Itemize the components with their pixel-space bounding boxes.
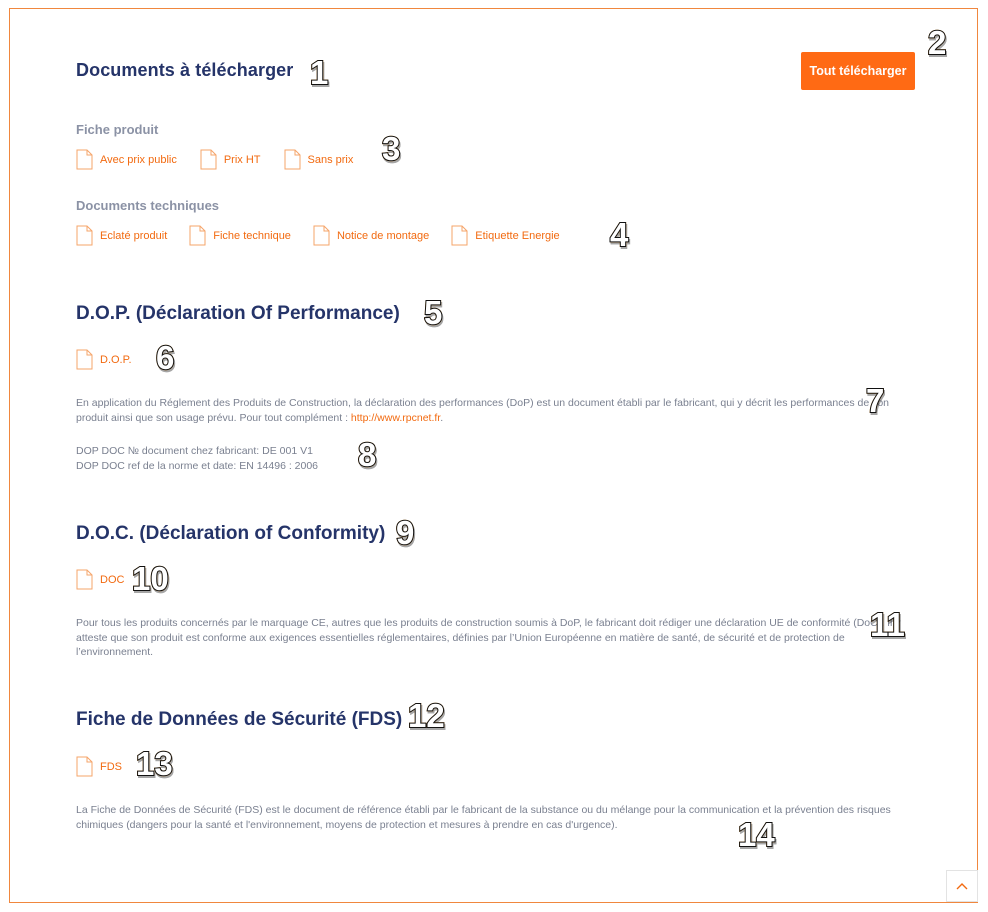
dop-paragraph-end: .: [440, 411, 444, 424]
scroll-top-button[interactable]: [946, 870, 978, 902]
link-avec-prix-public[interactable]: Avec prix public: [76, 149, 177, 170]
link-label: Etiquette Energie: [475, 229, 560, 242]
link-etiquette-energie[interactable]: Etiquette Energie: [451, 225, 560, 246]
annotation-badge: 3: [381, 130, 401, 167]
docs-techniques-links: Eclaté produit Fiche technique Notice de…: [76, 225, 560, 246]
fiche-produit-links: Avec prix public Prix HT Sans prix: [76, 149, 353, 170]
document-icon: [189, 225, 206, 246]
link-label: DOC: [100, 573, 125, 586]
doc-title: D.O.C. (Déclaration of Conformity): [76, 523, 386, 544]
dop-doc-number: DOP DOC № document chez fabricant: DE 00…: [76, 445, 313, 457]
dop-links: D.O.P.: [76, 349, 132, 370]
dop-paragraph: En application du Réglement des Produits…: [76, 396, 906, 425]
downloads-title: Documents à télécharger: [76, 60, 294, 80]
dop-paragraph-text: En application du Réglement des Produits…: [76, 397, 890, 424]
doc-paragraph: Pour tous les produits concernés par le …: [76, 617, 901, 658]
link-sans-prix[interactable]: Sans prix: [284, 149, 354, 170]
download-all-button[interactable]: Tout télécharger: [801, 52, 915, 90]
document-icon: [76, 225, 93, 246]
link-eclate-produit[interactable]: Eclaté produit: [76, 225, 167, 246]
fds-title: Fiche de Données de Sécurité (FDS): [76, 709, 403, 730]
document-icon: [284, 149, 301, 170]
annotation-badge: 11: [869, 606, 906, 643]
link-doc[interactable]: DOC: [76, 569, 124, 590]
document-icon: [451, 225, 468, 246]
link-label: Sans prix: [307, 153, 354, 166]
annotation-badge: 5: [423, 294, 443, 331]
dop-doc-ref: DOP DOC ref de la norme et date: EN 1449…: [76, 459, 319, 472]
link-label: Prix HT: [223, 153, 261, 166]
annotation-badge: 10: [131, 560, 170, 597]
fiche-produit-heading: Fiche produit: [76, 122, 159, 137]
document-icon: [76, 569, 93, 590]
link-label: Avec prix public: [100, 153, 177, 166]
link-notice-de-montage[interactable]: Notice de montage: [313, 225, 429, 246]
link-prix-ht[interactable]: Prix HT: [200, 149, 261, 170]
document-icon: [76, 756, 93, 777]
link-label: Fiche technique: [213, 229, 291, 242]
fds-paragraph: La Fiche de Données de Sécurité (FDS) es…: [76, 804, 891, 831]
link-label: D.O.P.: [100, 353, 132, 366]
docs-techniques-heading: Documents techniques: [76, 198, 220, 213]
document-icon: [76, 349, 93, 370]
chevron-up-icon: [956, 883, 968, 890]
dop-title: D.O.P. (Déclaration Of Performance): [76, 303, 400, 324]
doc-links: DOC: [76, 569, 124, 590]
rpcnet-link[interactable]: http://www.rpcnet.fr: [351, 412, 440, 424]
link-label: FDS: [100, 760, 122, 773]
annotation-badge: 2: [927, 24, 947, 61]
annotation-badge: 1: [309, 54, 329, 91]
annotation-badge: 13: [135, 745, 174, 782]
annotation-badge: 8: [357, 436, 377, 473]
link-label: Eclaté produit: [100, 229, 168, 242]
annotation-badge: 14: [737, 816, 776, 853]
link-fds[interactable]: FDS: [76, 756, 122, 777]
annotation-badge: 7: [865, 382, 885, 419]
annotation-badge: 12: [407, 697, 446, 734]
annotation-badge: 4: [609, 216, 629, 253]
document-icon: [76, 149, 93, 170]
annotation-badge: 9: [395, 514, 415, 551]
link-fiche-technique[interactable]: Fiche technique: [189, 225, 291, 246]
document-icon: [313, 225, 330, 246]
link-dop[interactable]: D.O.P.: [76, 349, 132, 370]
dop-details: DOP DOC № document chez fabricant: DE 00…: [76, 444, 906, 473]
annotation-badge: 6: [155, 339, 175, 376]
document-icon: [200, 149, 217, 170]
link-label: Notice de montage: [336, 229, 430, 242]
fds-links: FDS: [76, 756, 122, 777]
